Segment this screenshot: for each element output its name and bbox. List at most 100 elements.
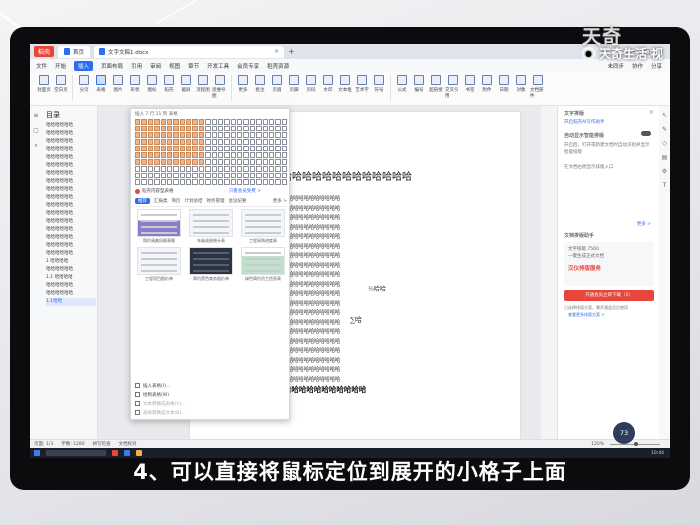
table-grid-cell[interactable] — [205, 132, 211, 139]
table-grid-cell[interactable] — [230, 172, 236, 179]
table-grid-cell[interactable] — [166, 172, 173, 179]
table-grid-cell[interactable] — [154, 145, 160, 152]
proofread[interactable]: 文档校对 — [119, 441, 137, 447]
table-grid-cell[interactable] — [166, 179, 173, 185]
table-grid-cell[interactable] — [160, 152, 166, 159]
table-grid-cell[interactable] — [154, 165, 160, 172]
table-grid-cell[interactable] — [256, 165, 262, 172]
template-card[interactable]: 简约黑色商务报价单 — [189, 247, 233, 282]
table-grid-cell[interactable] — [154, 132, 160, 139]
table-grid-cell[interactable] — [154, 125, 160, 132]
table-grid-cell[interactable] — [147, 159, 154, 165]
toc-item[interactable]: 哈哈哈哈哈哈 — [46, 194, 96, 202]
table-grid-cell[interactable] — [275, 119, 281, 125]
table-grid-cell[interactable] — [281, 152, 287, 159]
table-grid-cell[interactable] — [211, 139, 217, 145]
template-tab[interactable]: 会议纪要 — [229, 198, 247, 204]
table-grid-cell[interactable] — [230, 145, 236, 152]
table-grid-cell[interactable] — [237, 159, 243, 165]
layout-icon[interactable]: ▤ — [662, 154, 668, 161]
speed-ball[interactable]: 73 — [613, 422, 635, 444]
menu-right-item[interactable]: 未同步 — [607, 62, 624, 70]
table-grid-cell[interactable] — [205, 119, 211, 125]
table-grid-cell[interactable] — [224, 172, 230, 179]
menu-item[interactable]: 开发工具 — [207, 62, 229, 70]
ribbon-button[interactable]: 页码 — [303, 75, 319, 93]
ribbon-button[interactable]: 交叉引用 — [445, 75, 461, 99]
table-grid-cell[interactable] — [217, 165, 224, 172]
table-grid-cell[interactable] — [243, 172, 249, 179]
app-tab[interactable]: 稻壳 — [34, 46, 55, 57]
ribbon-button[interactable]: 日期 — [496, 75, 512, 93]
ribbon-button[interactable]: 文档部件 — [530, 75, 546, 99]
layout-card[interactable]: 文字排版 7560 一键生成正式文档 汉仪排版服务 — [564, 242, 654, 286]
menu-item[interactable]: 会员专享 — [237, 62, 259, 70]
table-grid-cell[interactable] — [262, 159, 268, 165]
table-grid-cell[interactable] — [198, 179, 205, 185]
table-grid-cell[interactable] — [141, 125, 147, 132]
table-grid-cell[interactable] — [186, 125, 192, 132]
table-grid-cell[interactable] — [198, 159, 205, 165]
table-grid-cell[interactable] — [135, 179, 141, 185]
table-grid-cell[interactable] — [141, 119, 147, 125]
zoom-level[interactable]: 120% — [591, 442, 604, 447]
table-grid-cell[interactable] — [179, 159, 185, 165]
table-grid-cell[interactable] — [135, 139, 141, 145]
ribbon-button[interactable]: 水印 — [320, 75, 336, 93]
table-grid-cell[interactable] — [262, 125, 268, 132]
toc-item[interactable]: 哈哈哈哈哈哈 — [46, 202, 96, 210]
table-grid-cell[interactable] — [281, 159, 287, 165]
table-grid-cell[interactable] — [275, 145, 281, 152]
menu-item[interactable]: 章节 — [188, 62, 199, 70]
table-grid-cell[interactable] — [281, 179, 287, 185]
ribbon-button[interactable]: 编号 — [411, 75, 427, 93]
download-button[interactable]: 开通会员立即下载（1） — [564, 290, 654, 301]
table-size-grid[interactable] — [135, 119, 287, 185]
toc-item[interactable]: 哈哈哈哈哈哈 — [46, 162, 96, 170]
table-grid-cell[interactable] — [186, 165, 192, 172]
table-grid-cell[interactable] — [160, 125, 166, 132]
table-grid-cell[interactable] — [192, 152, 198, 159]
table-grid-cell[interactable] — [141, 172, 147, 179]
table-grid-cell[interactable] — [243, 179, 249, 185]
table-grid-cell[interactable] — [237, 119, 243, 125]
table-grid-cell[interactable] — [135, 159, 141, 165]
table-grid-cell[interactable] — [154, 159, 160, 165]
menu-item[interactable]: 页面布局 — [101, 62, 123, 70]
ribbon-button[interactable]: 分页 — [76, 75, 92, 93]
table-grid-cell[interactable] — [275, 125, 281, 132]
table-grid-cell[interactable] — [135, 145, 141, 152]
toc-item[interactable]: 哈哈哈哈哈哈 — [46, 282, 96, 290]
table-grid-cell[interactable] — [160, 139, 166, 145]
table-grid-cell[interactable] — [211, 172, 217, 179]
toc-item[interactable]: 哈哈哈哈哈哈 — [46, 146, 96, 154]
toc-item[interactable]: 哈哈哈哈哈哈 — [46, 130, 96, 138]
search-icon[interactable]: ⌕ — [34, 142, 37, 150]
toc-item[interactable]: 1.1哈哈 — [46, 298, 96, 306]
settings-icon[interactable]: ⚙ — [662, 168, 667, 175]
close-icon[interactable]: × — [274, 48, 279, 55]
table-grid-cell[interactable] — [147, 179, 154, 185]
member-free-link[interactable]: 只看会员免费 > — [229, 188, 261, 194]
menu-item[interactable]: 插入 — [74, 60, 94, 71]
table-grid-cell[interactable] — [224, 119, 230, 125]
table-grid-cell[interactable] — [147, 165, 154, 172]
ribbon-button[interactable]: 文本框 — [337, 75, 353, 93]
table-grid-cell[interactable] — [230, 159, 236, 165]
table-grid-cell[interactable] — [154, 139, 160, 145]
table-grid-cell[interactable] — [249, 179, 256, 185]
ribbon-button[interactable]: 封面页 — [36, 75, 52, 93]
table-grid-cell[interactable] — [256, 139, 262, 145]
table-grid-cell[interactable] — [160, 179, 166, 185]
template-tab[interactable]: 汇报类 — [154, 198, 168, 204]
table-grid-cell[interactable] — [256, 152, 262, 159]
table-grid-cell[interactable] — [205, 165, 211, 172]
toc-item[interactable]: 哈哈哈哈哈哈 — [46, 266, 96, 274]
menu-item[interactable]: 文件 — [36, 62, 47, 70]
table-grid-cell[interactable] — [275, 159, 281, 165]
table-grid-cell[interactable] — [230, 119, 236, 125]
table-grid-cell[interactable] — [205, 152, 211, 159]
table-grid-cell[interactable] — [173, 172, 179, 179]
table-grid-cell[interactable] — [217, 179, 224, 185]
pen-icon[interactable]: ✎ — [662, 126, 667, 133]
